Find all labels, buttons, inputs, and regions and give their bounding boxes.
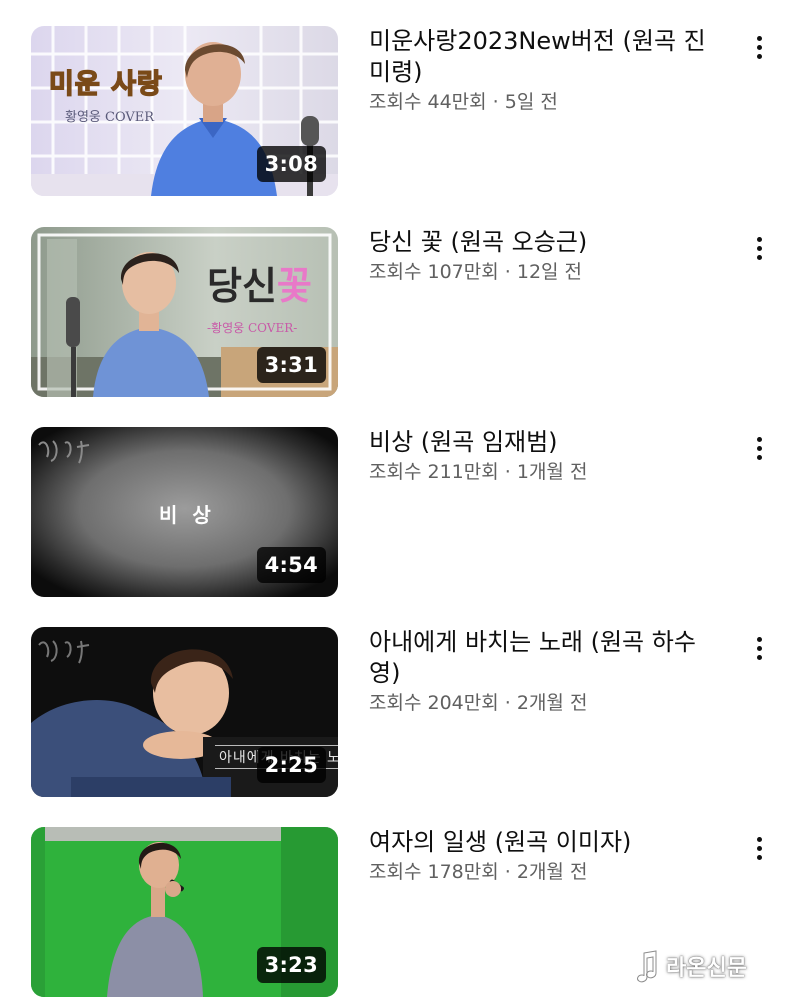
- meta-separator: ·: [492, 91, 499, 113]
- upload-age: 12일 전: [516, 261, 583, 283]
- video-thumbnail[interactable]: 비 상 4:54: [31, 427, 338, 597]
- music-note-icon: [637, 950, 657, 983]
- video-item[interactable]: 아내에게 바치는 노래 2:25 아내에게 바치는 노래 (원곡 하수영) 조회…: [0, 627, 790, 799]
- thumbnail-title-part: 당신: [207, 264, 277, 308]
- video-details: 미운사랑2023New버전 (원곡 진미령) 조회수 44만회 · 5일 전: [369, 26, 714, 115]
- thumbnail-title-highlight: 꽃: [276, 264, 312, 308]
- view-count: 조회수 211만회: [369, 461, 499, 483]
- video-duration: 2:25: [256, 747, 326, 783]
- more-vert-icon[interactable]: [740, 28, 780, 68]
- view-count: 조회수 178만회: [369, 861, 499, 883]
- video-thumbnail[interactable]: 당신꽃 -황영웅 COVER- 3:31: [31, 227, 338, 397]
- video-item[interactable]: 당신꽃 -황영웅 COVER- 3:31 당신 꽃 (원곡 오승근) 조회수 1…: [0, 227, 790, 399]
- thumbnail-title-text: 비 상: [159, 503, 215, 527]
- video-item[interactable]: 비 상 4:54 비상 (원곡 임재범) 조회수 211만회 · 1개월 전: [0, 427, 790, 599]
- view-count: 조회수 204만회: [369, 692, 499, 714]
- video-title[interactable]: 당신 꽃 (원곡 오승근): [369, 227, 714, 258]
- upload-age: 1개월 전: [516, 461, 588, 483]
- upload-age: 5일 전: [504, 91, 558, 113]
- thumbnail-subtitle-text: 황영웅 COVER: [65, 110, 155, 125]
- video-metadata: 조회수 107만회 · 12일 전: [369, 259, 714, 285]
- video-list: 미운 사랑 황영웅 COVER 3:08 미운사랑2023New버전 (원곡 진…: [0, 0, 790, 1002]
- thumbnail-title-text: 당신꽃: [207, 255, 312, 310]
- thumbnail-subtitle-text: -황영웅 COVER-: [207, 321, 298, 335]
- video-details: 당신 꽃 (원곡 오승근) 조회수 107만회 · 12일 전: [369, 227, 714, 285]
- more-vert-icon[interactable]: [740, 829, 780, 869]
- video-details: 비상 (원곡 임재범) 조회수 211만회 · 1개월 전: [369, 427, 714, 485]
- thumbnail-title-text: 미운 사랑: [48, 68, 163, 101]
- video-metadata: 조회수 44만회 · 5일 전: [369, 89, 714, 115]
- video-duration: 3:31: [256, 347, 326, 383]
- video-thumbnail[interactable]: 아내에게 바치는 노래 2:25: [31, 627, 338, 797]
- video-title[interactable]: 비상 (원곡 임재범): [369, 427, 714, 458]
- video-duration: 4:54: [256, 547, 326, 583]
- video-duration: 3:23: [256, 947, 326, 983]
- video-item[interactable]: 미운 사랑 황영웅 COVER 3:08 미운사랑2023New버전 (원곡 진…: [0, 26, 790, 198]
- more-vert-icon[interactable]: [740, 229, 780, 269]
- meta-separator: ·: [504, 461, 511, 483]
- meta-separator: ·: [504, 261, 511, 283]
- video-metadata: 조회수 204만회 · 2개월 전: [369, 690, 714, 716]
- watermark-text: 라온신문: [666, 956, 747, 981]
- video-title[interactable]: 아내에게 바치는 노래 (원곡 하수영): [369, 627, 714, 689]
- video-duration: 3:08: [256, 146, 326, 182]
- upload-age: 2개월 전: [516, 861, 588, 883]
- video-title[interactable]: 미운사랑2023New버전 (원곡 진미령): [369, 26, 714, 88]
- video-title[interactable]: 여자의 일생 (원곡 이미자): [369, 827, 714, 858]
- video-metadata: 조회수 211만회 · 1개월 전: [369, 459, 714, 485]
- video-details: 여자의 일생 (원곡 이미자) 조회수 178만회 · 2개월 전: [369, 827, 714, 885]
- more-vert-icon[interactable]: [740, 429, 780, 469]
- meta-separator: ·: [504, 692, 511, 714]
- video-metadata: 조회수 178만회 · 2개월 전: [369, 859, 714, 885]
- view-count: 조회수 44만회: [369, 91, 487, 113]
- more-vert-icon[interactable]: [740, 629, 780, 669]
- video-thumbnail[interactable]: 3:23: [31, 827, 338, 997]
- video-thumbnail[interactable]: 미운 사랑 황영웅 COVER 3:08: [31, 26, 338, 196]
- meta-separator: ·: [504, 861, 511, 883]
- video-details: 아내에게 바치는 노래 (원곡 하수영) 조회수 204만회 · 2개월 전: [369, 627, 714, 716]
- watermark-logo: 라온신문: [634, 946, 747, 986]
- view-count: 조회수 107만회: [369, 261, 499, 283]
- upload-age: 2개월 전: [516, 692, 588, 714]
